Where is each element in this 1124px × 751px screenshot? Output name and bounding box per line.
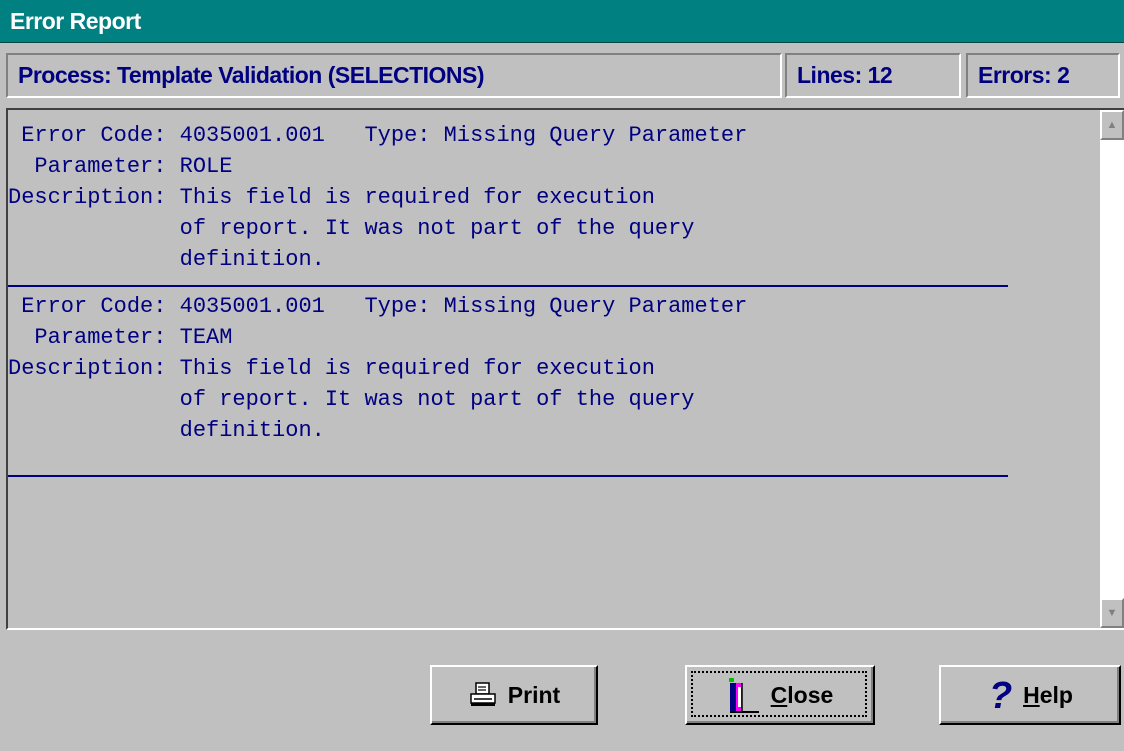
- printer-icon: [468, 681, 498, 709]
- lines-count-panel: Lines: 12: [785, 53, 961, 98]
- arrow-down-icon[interactable]: ▼: [1100, 598, 1124, 628]
- summary-bar: Process: Template Validation (SELECTIONS…: [0, 46, 1124, 104]
- description-line: of report. It was not part of the query: [8, 387, 695, 412]
- close-button[interactable]: Close: [685, 665, 875, 725]
- help-label-rest: elp: [1039, 681, 1073, 708]
- description-line: Description: This field is required for …: [8, 185, 655, 210]
- close-label: Close: [771, 682, 834, 709]
- door-exit-icon: [727, 675, 761, 715]
- print-label: Print: [507, 681, 561, 708]
- entry-separator: [8, 446, 1008, 477]
- error-entry: Error Code: 4035001.001 Type: Missing Qu…: [8, 291, 1008, 477]
- parameter-line: Parameter: ROLE: [8, 154, 233, 179]
- description-line: definition.: [8, 247, 325, 272]
- description-line: definition.: [8, 418, 325, 443]
- description-line: Description: This field is required for …: [8, 356, 655, 381]
- description-line: of report. It was not part of the query: [8, 216, 695, 241]
- close-label-rest: lose: [787, 681, 834, 708]
- question-mark-icon: ?: [987, 677, 1013, 713]
- help-mnemonic: H: [1023, 681, 1040, 708]
- errors-count-panel: Errors: 2: [966, 53, 1120, 98]
- title-bar: Error Report: [0, 0, 1124, 43]
- arrow-up-icon[interactable]: ▲: [1100, 110, 1124, 140]
- help-button[interactable]: ? Help: [939, 665, 1121, 725]
- help-label: Help: [1023, 682, 1073, 709]
- error-entries: Error Code: 4035001.001 Type: Missing Qu…: [8, 120, 1008, 477]
- error-entry: Error Code: 4035001.001 Type: Missing Qu…: [8, 120, 1008, 287]
- process-panel: Process: Template Validation (SELECTIONS…: [6, 53, 782, 98]
- window-title: Error Report: [10, 8, 141, 34]
- error-code-line: Error Code: 4035001.001 Type: Missing Qu…: [8, 123, 748, 148]
- parameter-line: Parameter: TEAM: [8, 325, 233, 350]
- error-report-text-area[interactable]: Error Code: 4035001.001 Type: Missing Qu…: [6, 108, 1124, 630]
- print-button[interactable]: Print: [430, 665, 598, 725]
- close-mnemonic: C: [770, 681, 788, 708]
- error-code-line: Error Code: 4035001.001 Type: Missing Qu…: [8, 294, 748, 319]
- svg-text:?: ?: [989, 677, 1012, 713]
- vertical-scrollbar[interactable]: ▲ ▼: [1100, 110, 1124, 628]
- entry-separator: [8, 275, 1008, 287]
